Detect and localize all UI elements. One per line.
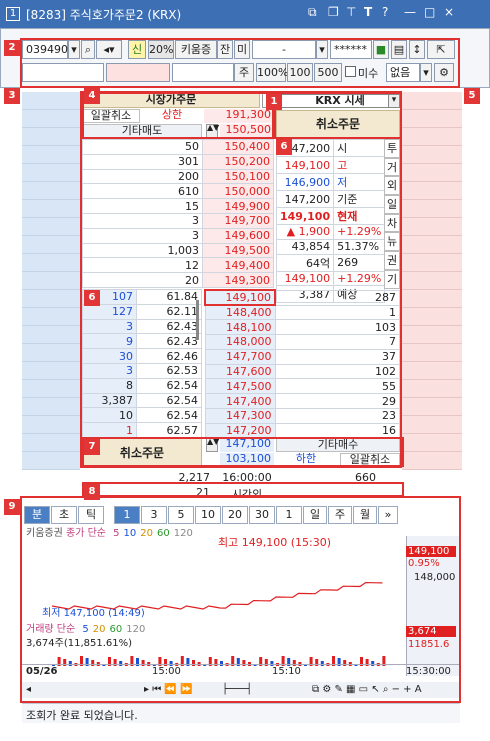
copy-icon[interactable]: ❐ <box>328 5 339 19</box>
status-bar: 조회가 완료 되었습니다. <box>22 703 460 723</box>
close-icon[interactable]: × <box>444 5 454 19</box>
badge-5: 5 <box>464 88 480 104</box>
badge-7: 7 <box>84 439 100 455</box>
right-order-column[interactable] <box>402 92 462 470</box>
window-title: [8283] 주식호가주문2 (KRX) <box>26 8 182 22</box>
badge-6b: 6 <box>84 290 100 306</box>
region-8 <box>82 482 404 497</box>
left-order-column[interactable] <box>22 92 80 470</box>
region-1 <box>274 92 402 139</box>
badge-1: 1 <box>266 94 282 110</box>
badge-4: 4 <box>84 88 100 104</box>
region-4 <box>82 92 274 139</box>
link-icon[interactable]: ⧉ <box>308 5 317 20</box>
maximize-icon[interactable]: □ <box>424 5 435 19</box>
badge-8: 8 <box>84 484 100 500</box>
window-number: 1 <box>6 7 20 21</box>
badge-9: 9 <box>4 499 20 515</box>
region-2 <box>20 38 460 88</box>
help-icon[interactable]: ? <box>382 5 388 19</box>
badge-2: 2 <box>4 40 20 56</box>
badge-3: 3 <box>4 88 20 104</box>
region-9 <box>20 496 461 703</box>
font-icon[interactable]: T <box>364 5 372 19</box>
region-main <box>80 91 402 468</box>
pin-icon[interactable]: ⊤ <box>346 5 356 19</box>
badge-6: 6 <box>276 139 292 155</box>
title-bar: 1 [8283] 주식호가주문2 (KRX) ⧉ ❐ ⊤ T ? — □ × <box>0 0 490 28</box>
minimize-icon[interactable]: — <box>404 5 416 19</box>
region-7 <box>82 437 404 467</box>
